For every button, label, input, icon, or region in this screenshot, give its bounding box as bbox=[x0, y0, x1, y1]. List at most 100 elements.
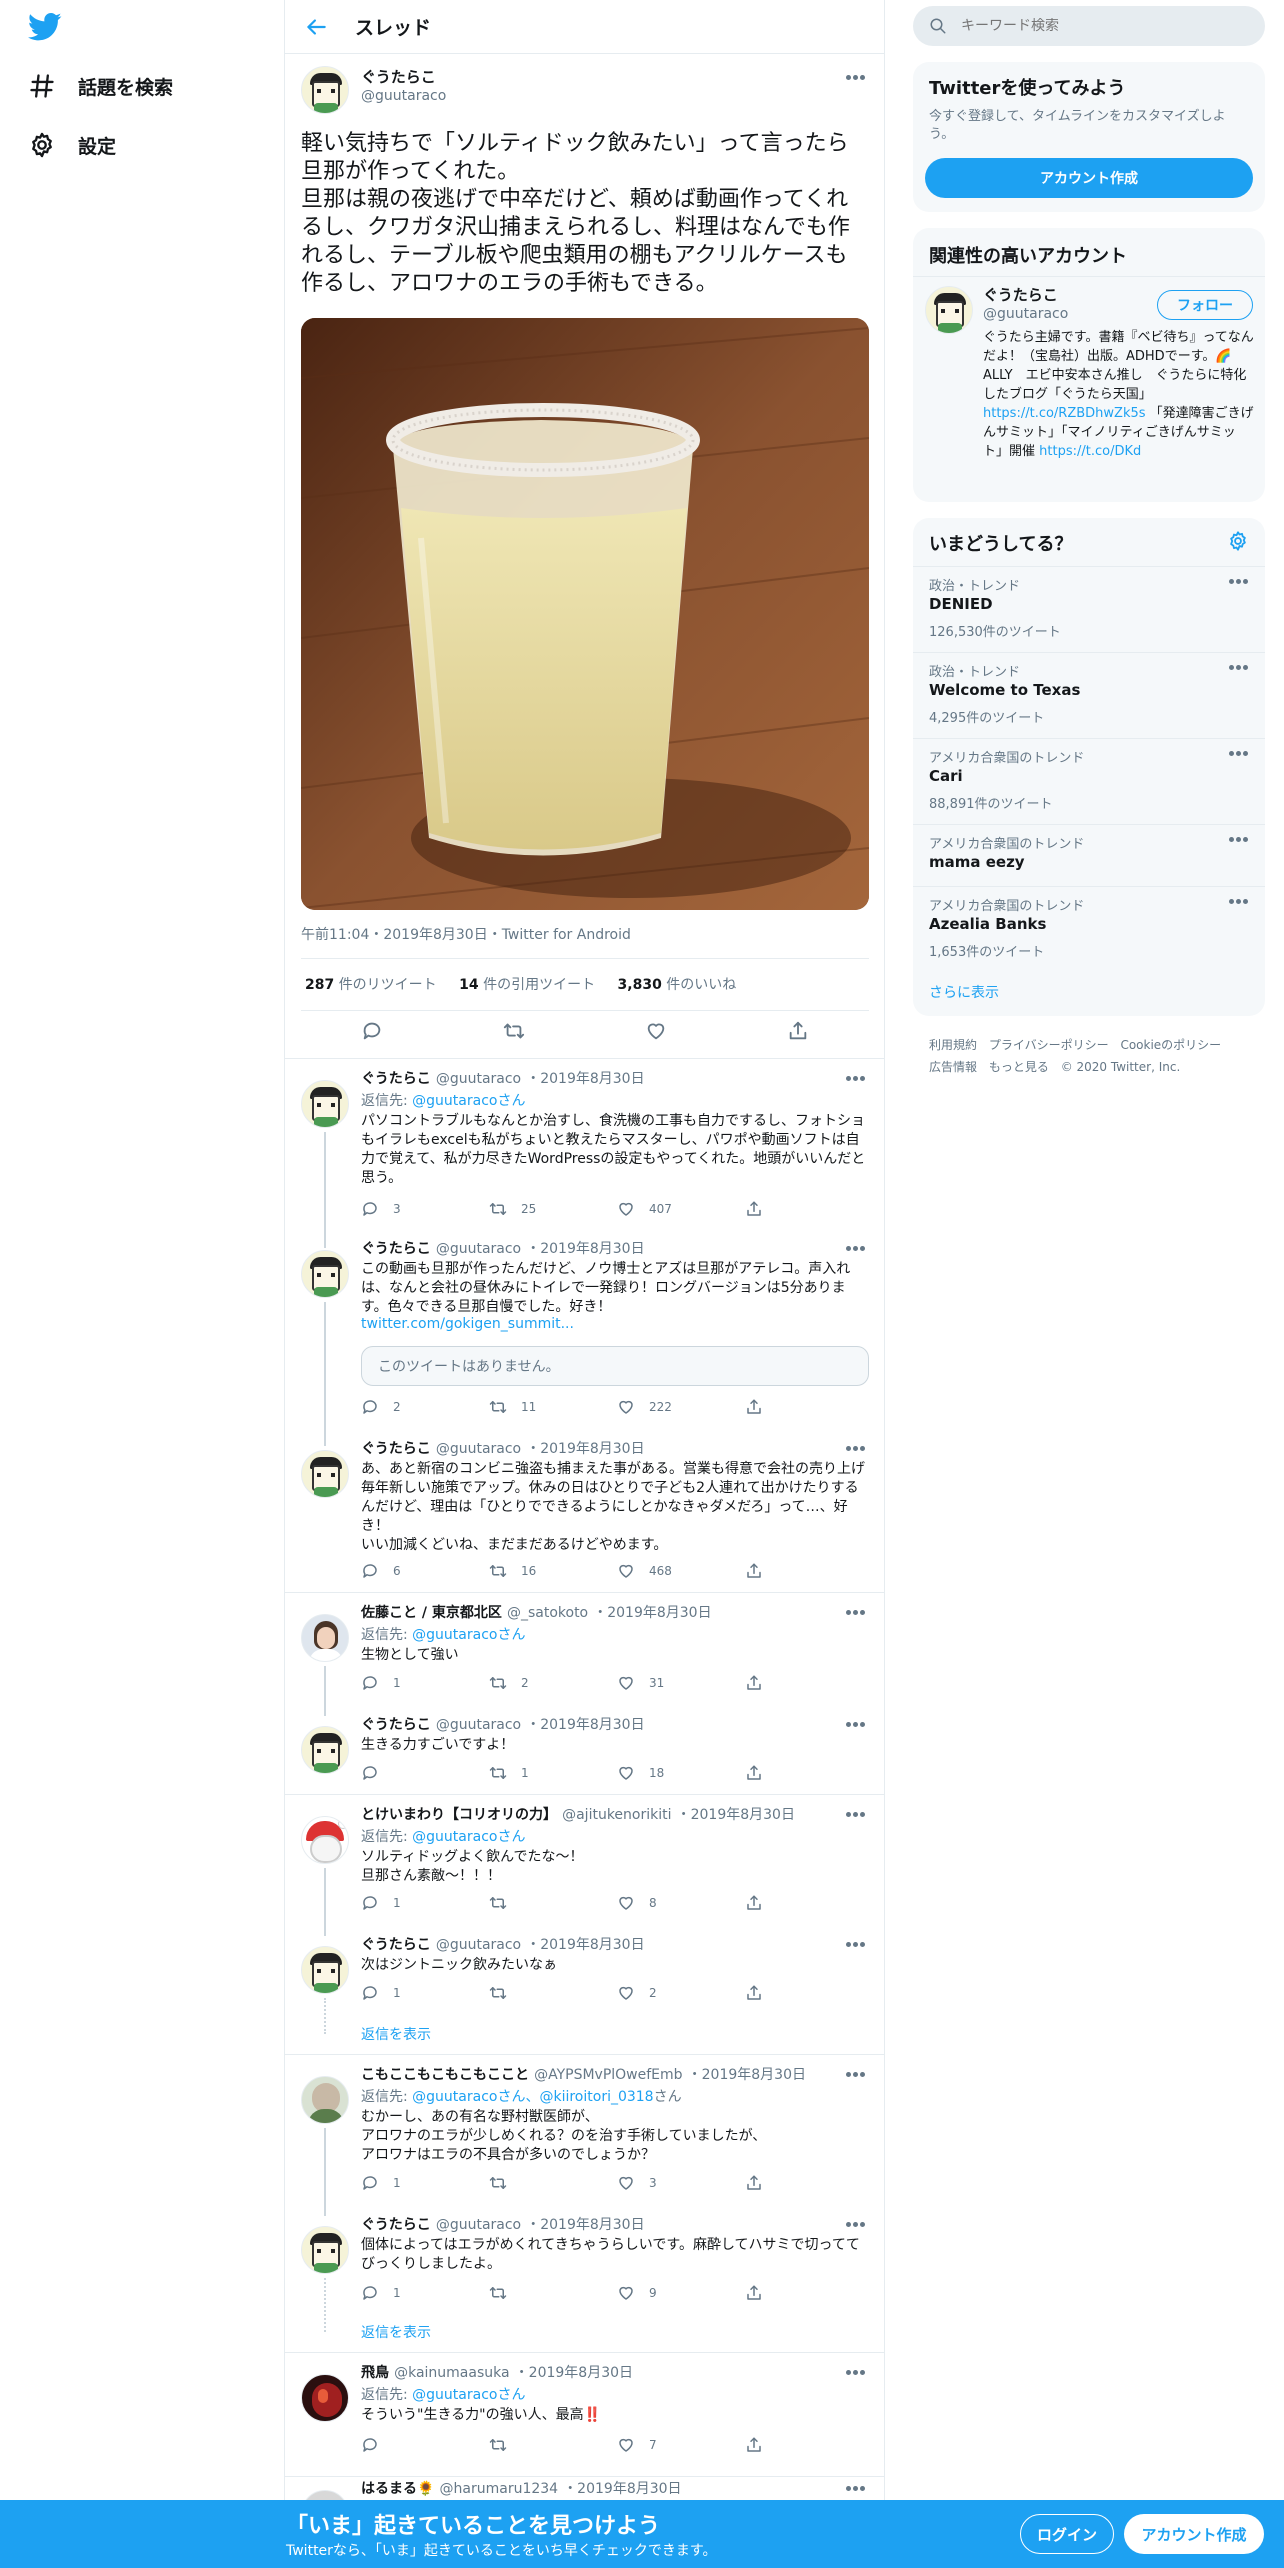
trend-item[interactable]: アメリカ合衆国のトレンド Cari 88,891件のツイート bbox=[913, 738, 1265, 824]
reply-button[interactable]: 1 bbox=[361, 1674, 489, 1692]
gear-icon[interactable] bbox=[1227, 530, 1249, 552]
footer-link[interactable]: プライバシーポリシー bbox=[989, 1038, 1109, 1052]
more-icon[interactable] bbox=[846, 2370, 866, 2376]
back-arrow-icon[interactable] bbox=[303, 14, 329, 40]
share-button[interactable] bbox=[745, 1398, 873, 1416]
show-more-link[interactable]: さらに表示 bbox=[929, 982, 999, 1002]
trend-item[interactable]: アメリカ合衆国のトレンド mama eezy bbox=[913, 824, 1265, 886]
like-button[interactable]: 18 bbox=[617, 1764, 745, 1782]
reply-button[interactable]: 6 bbox=[361, 1562, 489, 1580]
reply-button[interactable]: 2 bbox=[361, 1398, 489, 1416]
footer-link[interactable]: Cookieのポリシー bbox=[1120, 1038, 1221, 1052]
reply-author-handle[interactable]: @ajitukenorikiti bbox=[562, 1807, 671, 1823]
reply-date[interactable]: ・2019年8月30日 bbox=[688, 2067, 806, 2083]
related-bio-link2[interactable]: https://t.co/DKd bbox=[1039, 444, 1141, 459]
more-icon[interactable] bbox=[846, 1812, 866, 1818]
reply-date[interactable]: ・2019年8月30日 bbox=[526, 1717, 644, 1733]
avatar[interactable] bbox=[301, 2076, 349, 2124]
share-button[interactable] bbox=[745, 1984, 873, 2002]
more-icon[interactable] bbox=[846, 1446, 866, 1452]
reply-date[interactable]: ・2019年8月30日 bbox=[526, 1241, 644, 1257]
like-button[interactable]: 407 bbox=[617, 1200, 745, 1218]
related-bio-link[interactable]: https://t.co/RZBDhwZk5s bbox=[983, 406, 1146, 421]
retweet-icon[interactable] bbox=[503, 1020, 525, 1050]
reply-to-handle[interactable]: @guutaracoさん bbox=[412, 2387, 525, 2403]
show-replies-link[interactable]: 返信を表示 bbox=[361, 2322, 431, 2342]
more-icon[interactable] bbox=[1229, 665, 1249, 671]
reply-date[interactable]: ・2019年8月30日 bbox=[515, 2365, 633, 2381]
reply-author-name[interactable]: 佐藤こと / 東京都北区 bbox=[361, 1605, 502, 1621]
like-label[interactable]: 件のいいね bbox=[666, 977, 736, 993]
create-account-button[interactable]: アカウント作成 bbox=[925, 158, 1253, 198]
avatar[interactable] bbox=[301, 1946, 349, 1994]
reply-author-handle[interactable]: @guutaraco bbox=[436, 1071, 521, 1087]
like-button[interactable]: 468 bbox=[617, 1562, 745, 1580]
signup-button[interactable]: アカウント作成 bbox=[1124, 2514, 1264, 2554]
like-button[interactable]: 2 bbox=[617, 1984, 745, 2002]
reply-to-handle[interactable]: @guutaracoさん bbox=[412, 1093, 525, 1109]
reply-to-handle[interactable]: @guutaracoさん bbox=[412, 1627, 525, 1643]
reply-date[interactable]: ・2019年8月30日 bbox=[526, 1071, 644, 1087]
more-icon[interactable] bbox=[846, 2072, 866, 2078]
avatar[interactable] bbox=[301, 1726, 349, 1774]
trend-item[interactable]: 政治・トレンド Welcome to Texas 4,295件のツイート bbox=[913, 652, 1265, 738]
reply-date[interactable]: ・2019年8月30日 bbox=[593, 1605, 711, 1621]
reply-date[interactable]: ・2019年8月30日 bbox=[526, 1937, 644, 1953]
reply-author-handle[interactable]: @AYPSMvPlOwefEmb bbox=[534, 2067, 682, 2083]
reply-author-name[interactable]: ぐうたらこ bbox=[361, 1241, 431, 1257]
reply-button[interactable]: 1 bbox=[361, 2284, 489, 2302]
quote-count[interactable]: 14 bbox=[459, 977, 478, 993]
reply-date[interactable]: ・2019年8月30日 bbox=[677, 1807, 795, 1823]
related-avatar[interactable] bbox=[925, 286, 973, 334]
retweet-button[interactable]: 2 bbox=[489, 1674, 617, 1692]
footer-link[interactable]: 広告情報 bbox=[929, 1060, 977, 1074]
retweet-button[interactable]: 25 bbox=[489, 1200, 617, 1218]
avatar[interactable] bbox=[301, 1250, 349, 1298]
reply-author-name[interactable]: ぐうたらこ bbox=[361, 1937, 431, 1953]
login-button[interactable]: ログイン bbox=[1020, 2514, 1114, 2554]
search-box[interactable] bbox=[913, 6, 1265, 46]
reply-author-handle[interactable]: @_satokoto bbox=[507, 1605, 588, 1621]
share-button[interactable] bbox=[745, 2436, 873, 2454]
reply-author-name[interactable]: はるまる🌻 bbox=[361, 2481, 434, 2497]
reply-author-handle[interactable]: @kainumaasuka bbox=[394, 2365, 509, 2381]
more-icon[interactable] bbox=[846, 1076, 866, 1082]
quote-label[interactable]: 件の引用ツイート bbox=[483, 977, 595, 993]
reply-author-handle[interactable]: @guutaraco bbox=[436, 1441, 521, 1457]
avatar[interactable] bbox=[301, 1614, 349, 1662]
like-button[interactable]: 9 bbox=[617, 2284, 745, 2302]
nav-explore[interactable]: 話題を検索 bbox=[28, 66, 173, 106]
share-button[interactable] bbox=[745, 1200, 873, 1218]
like-button[interactable]: 7 bbox=[617, 2436, 745, 2454]
footer-link[interactable]: 利用規約 bbox=[929, 1038, 977, 1052]
reply-author-handle[interactable]: @guutaraco bbox=[436, 1717, 521, 1733]
more-icon[interactable] bbox=[846, 2486, 866, 2492]
main-tweet-author-name[interactable]: ぐうたらこ bbox=[361, 66, 436, 87]
like-count[interactable]: 3,830 bbox=[618, 977, 662, 993]
share-button[interactable] bbox=[745, 1674, 873, 1692]
more-icon[interactable] bbox=[846, 1942, 866, 1948]
show-replies-link[interactable]: 返信を表示 bbox=[361, 2024, 431, 2044]
nav-settings[interactable]: 設定 bbox=[28, 125, 116, 165]
reply-author-handle[interactable]: @guutaraco bbox=[436, 1937, 521, 1953]
reply-date[interactable]: ・2019年8月30日 bbox=[526, 2217, 644, 2233]
more-icon[interactable] bbox=[1229, 837, 1249, 843]
more-icon[interactable] bbox=[846, 2222, 866, 2228]
avatar[interactable] bbox=[301, 2226, 349, 2274]
reply-date[interactable]: ・2019年8月30日 bbox=[563, 2481, 681, 2497]
reply-button[interactable] bbox=[361, 2436, 489, 2454]
share-button[interactable] bbox=[745, 2174, 873, 2192]
main-tweet-author-handle[interactable]: @guutaraco bbox=[361, 88, 446, 104]
retweet-button[interactable] bbox=[489, 1894, 617, 1912]
avatar[interactable] bbox=[301, 1080, 349, 1128]
more-icon[interactable] bbox=[846, 1722, 866, 1728]
reply-author-name[interactable]: ぐうたらこ bbox=[361, 1071, 431, 1087]
reply-author-handle[interactable]: @guutaraco bbox=[436, 1241, 521, 1257]
trend-item[interactable]: アメリカ合衆国のトレンド Azealia Banks 1,653件のツイート bbox=[913, 886, 1265, 972]
retweet-button[interactable] bbox=[489, 2284, 617, 2302]
retweet-button[interactable]: 1 bbox=[489, 1764, 617, 1782]
reply-button[interactable]: 1 bbox=[361, 1984, 489, 2002]
like-button[interactable]: 3 bbox=[617, 2174, 745, 2192]
more-icon[interactable] bbox=[846, 75, 866, 81]
heart-icon[interactable] bbox=[645, 1020, 667, 1050]
